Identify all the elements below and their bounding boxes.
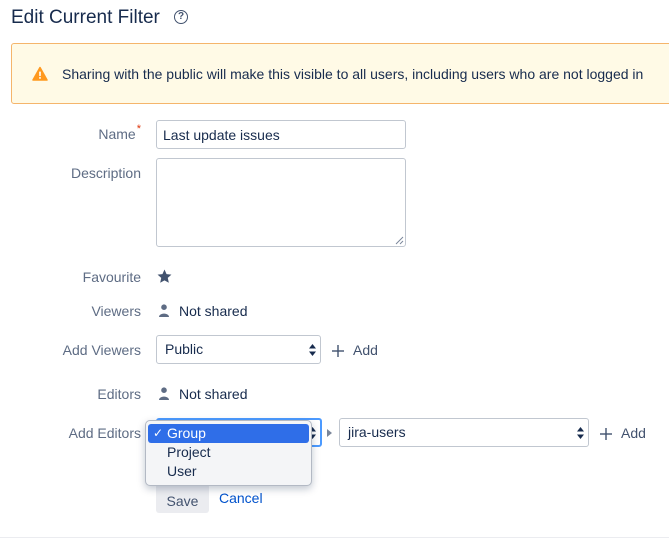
name-label-text: Name bbox=[98, 126, 136, 142]
add-viewers-label: Add Viewers bbox=[62, 342, 141, 358]
required-marker: * bbox=[136, 123, 141, 135]
dropdown-option-label: User bbox=[167, 463, 197, 479]
viewers-share-type-value: Public bbox=[165, 341, 204, 357]
user-icon bbox=[159, 387, 169, 400]
cancel-link[interactable]: Cancel bbox=[219, 490, 263, 506]
page-title: Edit Current Filter bbox=[11, 7, 160, 28]
dropdown-option-group[interactable]: ✓ Group bbox=[148, 424, 309, 443]
updown-arrows-icon bbox=[309, 344, 316, 356]
add-viewer-button[interactable]: Add bbox=[353, 342, 378, 358]
editors-label: Editors bbox=[97, 386, 141, 402]
plus-icon[interactable] bbox=[332, 345, 344, 357]
name-label: Name* bbox=[98, 123, 141, 142]
editors-value: Not shared bbox=[179, 386, 248, 402]
viewers-value: Not shared bbox=[179, 303, 248, 319]
warning-icon bbox=[32, 66, 48, 81]
plus-icon[interactable] bbox=[600, 428, 612, 440]
description-label: Description bbox=[70, 165, 141, 181]
description-textarea[interactable] bbox=[156, 158, 406, 247]
checkmark-icon: ✓ bbox=[153, 426, 164, 440]
viewers-label: Viewers bbox=[91, 303, 141, 319]
divider bbox=[0, 537, 669, 538]
caret-right-icon bbox=[327, 429, 332, 437]
group-select-value: jira-users bbox=[348, 424, 406, 440]
favourite-label: Favourite bbox=[82, 269, 141, 285]
group-select[interactable]: jira-users bbox=[339, 418, 589, 447]
public-sharing-warning: Sharing with the public will make this v… bbox=[11, 43, 669, 104]
dropdown-option-project[interactable]: Project bbox=[146, 443, 311, 462]
warning-text: Sharing with the public will make this v… bbox=[62, 66, 644, 82]
user-icon bbox=[159, 304, 169, 317]
dropdown-option-label: Project bbox=[167, 444, 211, 460]
updown-arrows-icon bbox=[577, 427, 584, 439]
dropdown-option-user[interactable]: User bbox=[146, 462, 311, 481]
dropdown-option-label: Group bbox=[167, 425, 206, 441]
name-input[interactable] bbox=[156, 120, 406, 149]
add-editors-label: Add Editors bbox=[68, 425, 141, 441]
share-type-dropdown[interactable]: ✓ Group Project User bbox=[145, 420, 312, 486]
question-circle-icon[interactable]: ? bbox=[174, 10, 188, 24]
star-icon[interactable] bbox=[156, 268, 173, 285]
add-editor-button[interactable]: Add bbox=[621, 425, 646, 441]
resize-grip-icon[interactable] bbox=[395, 236, 404, 245]
save-button[interactable]: Save bbox=[156, 484, 209, 513]
viewers-share-type-select[interactable]: Public bbox=[156, 335, 321, 364]
